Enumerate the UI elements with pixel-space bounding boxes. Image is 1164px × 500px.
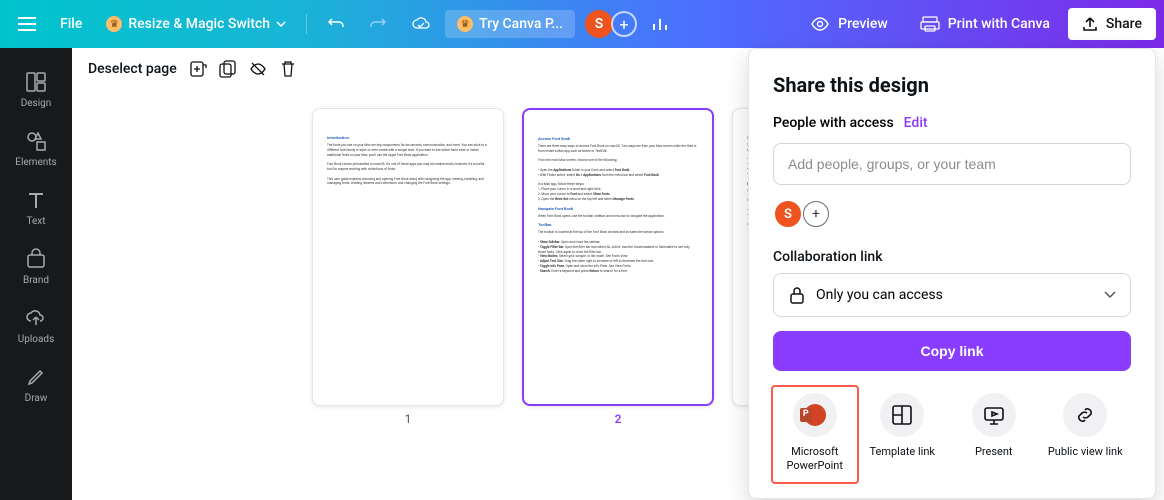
user-avatar[interactable]: S xyxy=(585,10,613,38)
draw-icon xyxy=(24,365,48,389)
page-container-1: Introduction The fonts you use on your M… xyxy=(312,108,504,426)
page-number: 1 xyxy=(405,412,412,426)
hamburger-icon xyxy=(18,23,36,25)
print-label: Print with Canva xyxy=(948,16,1050,32)
divider xyxy=(306,14,307,34)
page-number: 2 xyxy=(615,412,622,426)
sidebar-label: Elements xyxy=(15,157,56,168)
sidebar-item-brand[interactable]: Brand xyxy=(0,237,72,296)
share-button[interactable]: Share xyxy=(1068,8,1156,40)
crown-icon: ♛ xyxy=(457,16,473,32)
topbar: File ♛ Resize & Magic Switch ♛ Try Canva… xyxy=(0,0,1164,48)
target-label: Microsoft PowerPoint xyxy=(775,445,855,474)
share-targets: Microsoft PowerPoint Template link Prese… xyxy=(773,393,1131,474)
sidebar-label: Brand xyxy=(23,275,49,286)
avatar-row: S + xyxy=(773,199,1131,229)
sidebar-label: Text xyxy=(26,216,45,227)
try-canva-pro-button[interactable]: ♛ Try Canva P... xyxy=(445,10,575,38)
add-collaborator-button[interactable]: + xyxy=(611,11,637,37)
sidebar-label: Uploads xyxy=(18,334,54,345)
undo-icon xyxy=(327,15,345,33)
brand-icon xyxy=(24,247,48,271)
cloud-check-icon xyxy=(411,16,431,32)
target-label: Present xyxy=(975,445,1013,459)
redo-icon xyxy=(369,15,387,33)
eye-icon xyxy=(810,17,830,31)
deselect-page-label[interactable]: Deselect page xyxy=(88,61,177,77)
copy-link-button[interactable]: Copy link xyxy=(773,331,1131,371)
page-container-2: Access Font Book There are three easy wa… xyxy=(522,108,714,426)
elements-icon xyxy=(24,129,48,153)
share-label: Share xyxy=(1106,16,1142,32)
crown-icon: ♛ xyxy=(106,16,122,32)
hide-page-icon[interactable] xyxy=(249,60,267,78)
collaboration-link-label: Collaboration link xyxy=(773,249,1131,265)
link-icon xyxy=(1074,404,1096,426)
sidebar-label: Design xyxy=(21,98,52,109)
target-label: Public view link xyxy=(1048,445,1123,459)
share-target-present[interactable]: Present xyxy=(950,393,1038,474)
menu-button[interactable] xyxy=(8,15,46,33)
share-target-public-link[interactable]: Public view link xyxy=(1041,393,1129,474)
undo-button[interactable] xyxy=(317,7,355,41)
upload-icon xyxy=(1082,16,1098,32)
design-icon xyxy=(24,70,48,94)
cloud-sync-button[interactable] xyxy=(401,8,441,40)
printer-icon xyxy=(920,16,940,32)
page-toolbar: Deselect page xyxy=(88,60,297,78)
lock-icon xyxy=(788,286,806,304)
template-icon xyxy=(891,404,913,426)
resize-label: Resize & Magic Switch xyxy=(128,16,270,32)
sidebar-item-elements[interactable]: Elements xyxy=(0,119,72,178)
people-with-access-label: People with access xyxy=(773,115,894,131)
share-title: Share this design xyxy=(773,73,1131,97)
file-menu[interactable]: File xyxy=(50,8,92,40)
print-button[interactable]: Print with Canva xyxy=(906,8,1064,40)
add-avatar-button[interactable]: + xyxy=(803,201,829,227)
share-panel: Share this design People with access Edi… xyxy=(748,48,1156,499)
page-thumb-2[interactable]: Access Font Book There are three easy wa… xyxy=(522,108,714,406)
preview-button[interactable]: Preview xyxy=(796,8,902,40)
bar-chart-icon xyxy=(651,15,669,33)
resize-button[interactable]: ♛ Resize & Magic Switch xyxy=(96,8,296,40)
preview-label: Preview xyxy=(838,16,888,32)
present-icon xyxy=(983,404,1005,426)
target-label: Template link xyxy=(869,445,935,459)
sidebar: Design Elements Text Brand Uploads Draw xyxy=(0,48,72,500)
sidebar-item-design[interactable]: Design xyxy=(0,60,72,119)
page-thumb-1[interactable]: Introduction The fonts you use on your M… xyxy=(312,108,504,406)
sidebar-item-draw[interactable]: Draw xyxy=(0,355,72,414)
add-page-icon[interactable] xyxy=(189,60,207,78)
try-pro-label: Try Canva P... xyxy=(479,16,563,32)
sidebar-item-uploads[interactable]: Uploads xyxy=(0,296,72,355)
access-value: Only you can access xyxy=(816,287,943,303)
add-people-input[interactable] xyxy=(773,143,1131,185)
access-level-select[interactable]: Only you can access xyxy=(773,273,1131,317)
redo-button[interactable] xyxy=(359,7,397,41)
uploads-icon xyxy=(24,306,48,330)
chevron-down-icon xyxy=(276,21,286,27)
text-icon xyxy=(24,188,48,212)
share-target-powerpoint[interactable]: Microsoft PowerPoint xyxy=(771,385,859,484)
chevron-down-icon xyxy=(1104,291,1116,299)
collaborator-avatar[interactable]: S xyxy=(773,199,803,229)
delete-page-icon[interactable] xyxy=(279,60,297,78)
duplicate-page-icon[interactable] xyxy=(219,60,237,78)
powerpoint-icon xyxy=(804,404,826,426)
share-target-template[interactable]: Template link xyxy=(858,393,946,474)
edit-access-link[interactable]: Edit xyxy=(904,115,928,131)
sidebar-item-text[interactable]: Text xyxy=(0,178,72,237)
insights-button[interactable] xyxy=(641,7,679,41)
sidebar-label: Draw xyxy=(25,393,48,404)
